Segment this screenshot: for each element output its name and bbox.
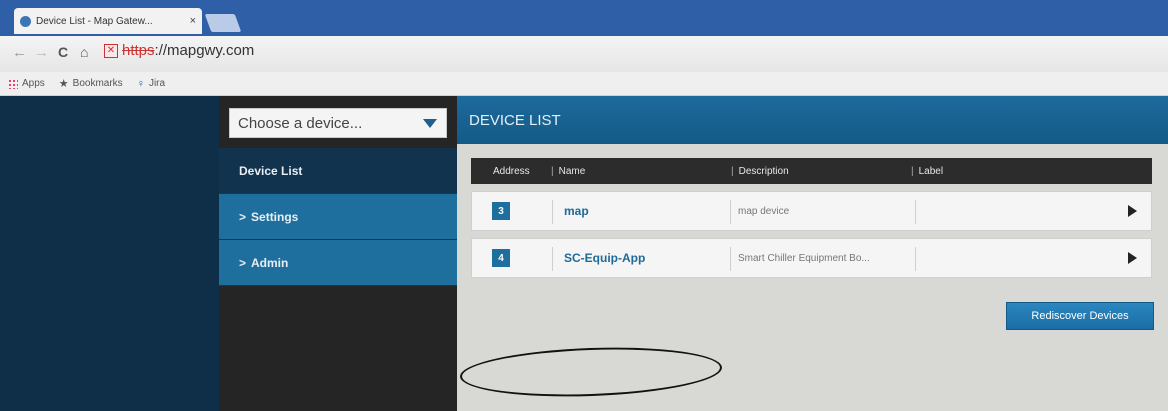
bookmark-label: Apps <box>22 78 45 89</box>
device-table: Address | Name | Description | Label 3 map … <box>471 158 1152 278</box>
divider <box>552 247 553 271</box>
insecure-lock-icon: ✕ <box>104 43 118 58</box>
column-header-description[interactable]: | Description <box>731 166 911 177</box>
address-badge: 4 <box>492 249 510 267</box>
jira-icon: ♀ <box>136 77 145 90</box>
bookmark-jira[interactable]: ♀ Jira <box>137 78 165 90</box>
menu-item-admin[interactable]: > Admin <box>219 240 457 286</box>
forward-arrow-icon[interactable]: → <box>34 44 49 61</box>
device-description: map device <box>738 205 790 217</box>
close-icon[interactable]: × <box>190 15 196 27</box>
browser-tabstrip: Device List - Map Gatew... × <box>0 0 1168 36</box>
new-tab-button[interactable] <box>204 14 242 32</box>
url-host: ://mapgwy.com <box>154 42 255 59</box>
divider <box>915 247 916 271</box>
table-row[interactable]: 3 map map device <box>471 191 1152 231</box>
browser-tab[interactable]: Device List - Map Gatew... × <box>14 8 202 34</box>
column-header-name[interactable]: | Name <box>551 166 731 177</box>
address-bar: ← → C ⌂ ✕ https ://mapgwy.com <box>0 36 1168 72</box>
column-header-label[interactable]: | Label <box>911 166 1152 177</box>
apps-icon <box>8 78 18 89</box>
page-title: DEVICE LIST <box>457 96 1168 144</box>
side-menu: Device List > Settings > Admin <box>219 148 457 286</box>
chevron-right-icon: > <box>239 255 247 270</box>
menu-item-label: Device List <box>239 163 303 178</box>
bookmark-label: Jira <box>148 78 166 89</box>
menu-item-label: Admin <box>251 255 289 270</box>
menu-item-label: Settings <box>251 209 299 224</box>
bookmarks-bar: Apps ★ Bookmarks ♀ Jira <box>0 72 1168 96</box>
table-row[interactable]: 4 SC-Equip-App Smart Chiller Equipment B… <box>471 238 1152 278</box>
divider <box>915 200 916 224</box>
device-select-value: Choose a device... <box>238 114 363 132</box>
address-badge: 3 <box>492 202 510 220</box>
rediscover-devices-button[interactable]: Rediscover Devices <box>1006 302 1154 330</box>
tab-title: Device List - Map Gatew... <box>36 15 153 27</box>
bookmark-apps[interactable]: Apps <box>8 78 45 89</box>
menu-item-device-list[interactable]: Device List <box>219 148 457 194</box>
device-select[interactable]: Choose a device... <box>229 108 447 138</box>
column-header-address[interactable]: Address <box>471 166 551 177</box>
side-panel: Choose a device... Device List > Setting… <box>219 96 457 411</box>
play-icon[interactable] <box>1128 252 1137 264</box>
favicon-icon <box>20 15 31 27</box>
play-icon[interactable] <box>1128 205 1137 217</box>
left-rail <box>0 96 219 411</box>
device-description: Smart Chiller Equipment Bo... <box>738 252 870 264</box>
divider <box>552 200 553 224</box>
bookmark-bookmarks[interactable]: ★ Bookmarks <box>59 77 123 90</box>
device-name[interactable]: map <box>564 204 589 218</box>
caret-down-icon <box>423 118 437 128</box>
reload-icon[interactable]: C <box>58 44 68 60</box>
menu-item-settings[interactable]: > Settings <box>219 194 457 240</box>
divider <box>730 200 731 224</box>
table-header: Address | Name | Description | Label <box>471 158 1152 184</box>
device-name[interactable]: SC-Equip-App <box>564 251 645 265</box>
divider <box>730 247 731 271</box>
bookmark-label: Bookmarks <box>72 78 123 89</box>
chevron-right-icon: > <box>239 209 247 224</box>
url-field[interactable]: ✕ https ://mapgwy.com <box>104 42 254 59</box>
app-viewport: Choose a device... Device List > Setting… <box>0 96 1168 411</box>
url-protocol: https <box>122 42 155 59</box>
back-arrow-icon[interactable]: ← <box>12 44 27 61</box>
home-icon[interactable]: ⌂ <box>80 44 88 60</box>
star-icon: ★ <box>58 78 69 90</box>
